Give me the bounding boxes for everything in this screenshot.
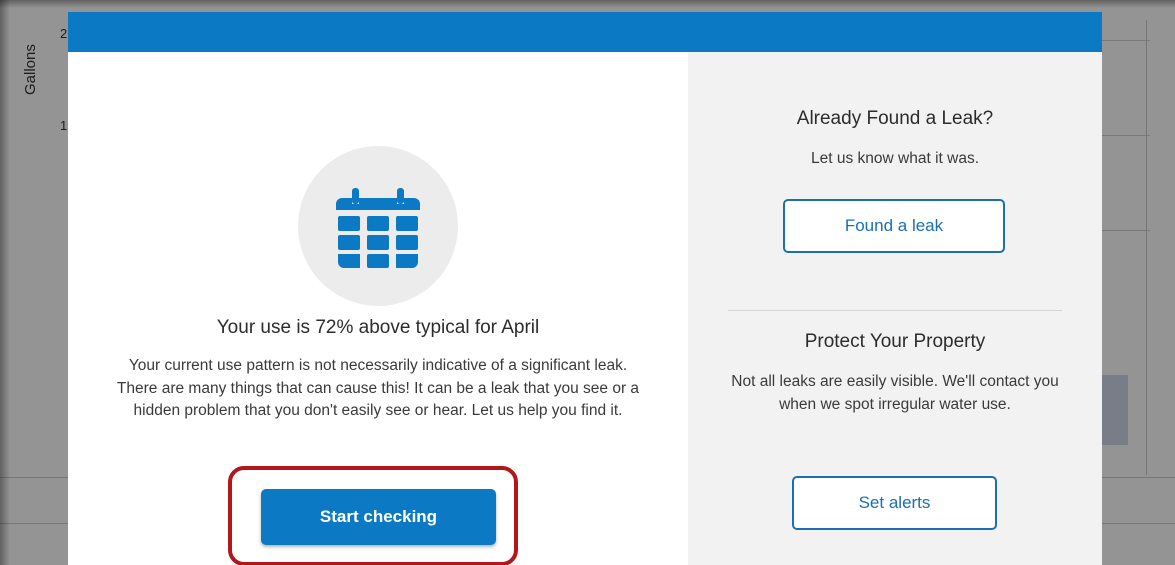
window-shadow: [0, 0, 10, 565]
options-panel: Already Found a Leak? Let us know what i…: [688, 52, 1102, 565]
window-shadow: [0, 0, 1175, 8]
found-leak-title: Already Found a Leak?: [796, 108, 994, 129]
usage-description: Your current use pattern is not necessar…: [116, 357, 640, 419]
calendar-icon: [336, 188, 420, 268]
start-checking-button[interactable]: Start checking: [261, 489, 496, 545]
protect-property-title: Protect Your Property: [804, 331, 986, 352]
panel-divider: [728, 310, 1062, 311]
screen: Gallons 2 1 Your use is 72% above typica…: [0, 0, 1175, 565]
modal-header-bar: [68, 12, 1102, 52]
usage-headline: Your use is 72% above typical for April: [216, 317, 540, 338]
protect-property-text: Not all leaks are easily visible. We'll …: [731, 373, 1059, 413]
found-leak-text: Let us know what it was.: [811, 150, 979, 167]
found-leak-button[interactable]: Found a leak: [783, 199, 1005, 253]
leak-modal: Your use is 72% above typical for April …: [68, 12, 1102, 565]
set-alerts-button[interactable]: Set alerts: [792, 476, 997, 530]
calendar-icon-circle: [298, 146, 458, 306]
